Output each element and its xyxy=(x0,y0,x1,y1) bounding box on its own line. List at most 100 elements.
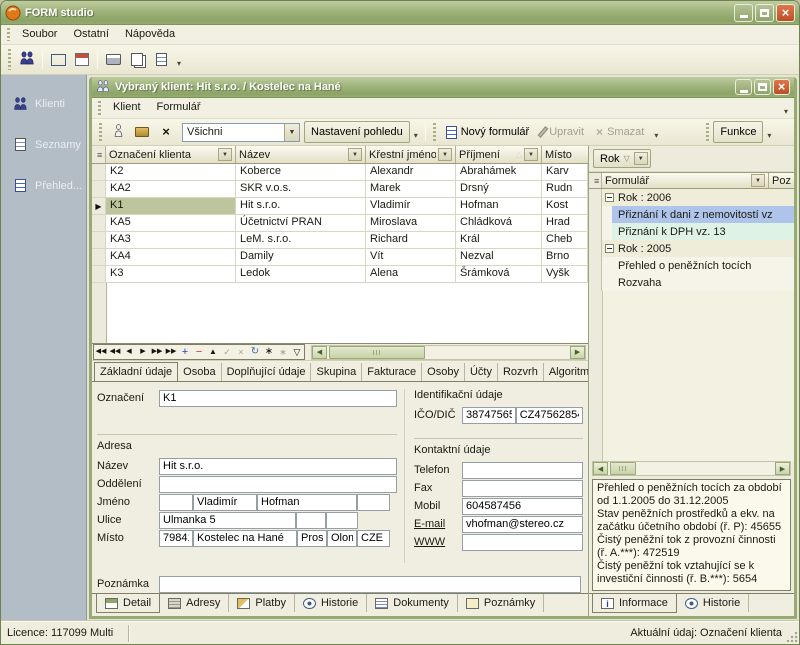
tab-platby[interactable]: Platby xyxy=(229,594,295,612)
detail-tab[interactable]: Základní údaje xyxy=(94,362,178,382)
clients-toolbar-button[interactable] xyxy=(15,49,39,71)
card-toolbar-button[interactable] xyxy=(130,121,154,143)
email-link-label[interactable]: E-mail xyxy=(414,518,462,530)
edit-button[interactable]: Upravit xyxy=(535,121,590,143)
delete-button[interactable]: × Smazat xyxy=(590,121,650,143)
functions-button[interactable]: Funkce xyxy=(713,121,763,143)
client-minimize-button[interactable] xyxy=(735,79,752,95)
form-tree-row[interactable]: Rozvaha xyxy=(589,274,794,291)
form-tree-row[interactable]: Přiznání k dani z nemovitostí vz xyxy=(589,206,794,223)
scroll-right-icon[interactable]: ▶ xyxy=(775,462,790,475)
dic-input[interactable] xyxy=(516,407,583,424)
tab-adresy[interactable]: Adresy xyxy=(160,594,229,612)
nav-button[interactable]: − xyxy=(192,345,206,359)
toolbar-grip[interactable] xyxy=(7,49,12,69)
form-tree-row[interactable]: Rok : 2005 xyxy=(589,240,794,257)
detail-tab[interactable]: Účty xyxy=(465,363,498,381)
tab-informace[interactable]: i Informace xyxy=(592,593,677,613)
form-tree-row[interactable]: Přiznání k DPH vz. 13 xyxy=(589,223,794,240)
nav-button[interactable]: ▶ xyxy=(136,345,150,359)
telefon-input[interactable] xyxy=(462,462,583,479)
ulice-input[interactable] xyxy=(159,512,296,529)
column-header-misto[interactable]: Místo xyxy=(542,146,588,163)
client-maximize-button[interactable] xyxy=(754,79,771,95)
functions-overflow-button[interactable]: ▾ xyxy=(763,122,775,142)
misto-input[interactable] xyxy=(193,530,297,547)
psc-input[interactable] xyxy=(159,530,193,547)
forms-hscrollbar[interactable]: ◀ ▶ xyxy=(592,461,791,476)
nazev-input[interactable] xyxy=(159,458,397,475)
collapse-icon[interactable] xyxy=(605,193,614,202)
column-header-oznaceni[interactable]: Označení klienta▼ xyxy=(106,146,236,163)
jmeno-input[interactable] xyxy=(193,494,257,511)
client-toolbar-grip[interactable] xyxy=(98,123,103,141)
column-header-formular[interactable]: Formulář ▼ xyxy=(602,173,768,188)
poznamka-input[interactable] xyxy=(159,576,581,593)
nav-button[interactable]: ✓ xyxy=(220,345,234,359)
column-header-krestni-jmeno[interactable]: Křestní jméno▼ xyxy=(366,146,456,163)
table-row[interactable]: KA5 Účetnictví PRAN Miroslava Chládková … xyxy=(92,215,588,232)
detail-tab[interactable]: Osoba xyxy=(178,363,221,381)
table-corner-button[interactable]: ≡ xyxy=(92,146,106,163)
titul-za-input[interactable] xyxy=(357,494,390,511)
table-row[interactable]: K2 Koberce Alexandr Abrahámek Karv xyxy=(92,164,588,181)
nav-button[interactable]: ◀◀ xyxy=(108,345,122,359)
nav-button[interactable]: ∗ xyxy=(276,345,290,359)
form-toolbar-overflow-button[interactable]: ▾ xyxy=(650,122,662,142)
column-filter-icon[interactable]: ▼ xyxy=(524,148,538,161)
person-toolbar-button[interactable] xyxy=(106,121,130,143)
sidebar-item-klienti[interactable]: Klienti xyxy=(1,87,86,120)
oddeleni-input[interactable] xyxy=(159,476,397,493)
form-tree-row[interactable]: Rok : 2006 xyxy=(589,189,794,206)
resize-grip[interactable] xyxy=(787,632,798,643)
kraj-input[interactable] xyxy=(327,530,357,547)
www-link-label[interactable]: WWW xyxy=(414,536,462,548)
nav-button[interactable]: ▶▶ xyxy=(150,345,164,359)
detail-tab[interactable]: Rozvrh xyxy=(498,363,544,381)
client-menu-item[interactable]: Formulář xyxy=(149,98,209,118)
table-row[interactable]: KA4 Damily Vít Nezval Brno xyxy=(92,249,588,266)
menu-item[interactable]: Nápověda xyxy=(117,25,183,44)
nav-button[interactable]: ↻ xyxy=(248,345,262,359)
detail-tab[interactable]: Osoby xyxy=(422,363,465,381)
collapse-icon[interactable] xyxy=(605,244,614,253)
toolbar-overflow-button[interactable]: ▾ xyxy=(173,50,185,70)
client-toolbar-overflow-button[interactable]: ▾ xyxy=(410,122,422,142)
column-filter-icon[interactable]: ▼ xyxy=(751,174,765,187)
table-row[interactable]: K1 Hit s.r.o. Vladimír Hofman Kost xyxy=(92,198,588,215)
nav-button[interactable]: ▽ xyxy=(290,345,304,359)
table-corner-button[interactable]: ≡ xyxy=(589,173,602,188)
view-settings-button[interactable]: Nastavení pohledu xyxy=(304,121,410,143)
tab-dokumenty[interactable]: Dokumenty xyxy=(367,594,458,612)
client-menubar-overflow-button[interactable]: ▾ xyxy=(780,98,792,118)
nav-button[interactable]: × xyxy=(234,345,248,359)
nav-button[interactable]: ∗ xyxy=(262,345,276,359)
client-close-button[interactable]: × xyxy=(773,79,790,95)
cp-input[interactable] xyxy=(296,512,326,529)
client-menubar-grip[interactable] xyxy=(97,101,102,115)
oznaceni-input[interactable] xyxy=(159,390,397,407)
new-form-button[interactable]: Nový formulář xyxy=(440,121,535,143)
mobil-input[interactable] xyxy=(462,498,583,515)
minimize-button[interactable] xyxy=(734,4,753,22)
column-filter-icon[interactable]: ▼ xyxy=(348,148,362,161)
titul-input[interactable] xyxy=(159,494,193,511)
form-toolbar-grip[interactable] xyxy=(432,123,437,141)
column-header-prijmeni[interactable]: Příjmení△▼ xyxy=(456,146,542,163)
co-input[interactable] xyxy=(326,512,358,529)
detail-tab[interactable]: Fakturace xyxy=(362,363,422,381)
nav-button[interactable]: ◀ xyxy=(122,345,136,359)
exclude-client-toolbar-button[interactable]: × xyxy=(154,121,178,143)
menubar-grip[interactable] xyxy=(6,28,11,41)
chevron-down-icon[interactable]: ▼ xyxy=(284,124,299,141)
filter-combobox[interactable]: Všichni ▼ xyxy=(182,123,300,142)
column-header-poznamka[interactable]: Poz xyxy=(768,173,794,188)
prijmeni-input[interactable] xyxy=(257,494,357,511)
scroll-left-icon[interactable]: ◀ xyxy=(312,346,327,359)
www-input[interactable] xyxy=(462,534,583,551)
scrollbar-thumb[interactable] xyxy=(329,346,425,359)
column-header-nazev[interactable]: Název▼ xyxy=(236,146,366,163)
table-row[interactable]: K3 Ledok Alena Šrámková Vyšk xyxy=(92,266,588,283)
detail-tab[interactable]: Skupina xyxy=(311,363,362,381)
detail-tab[interactable]: Doplňující údaje xyxy=(222,363,312,381)
